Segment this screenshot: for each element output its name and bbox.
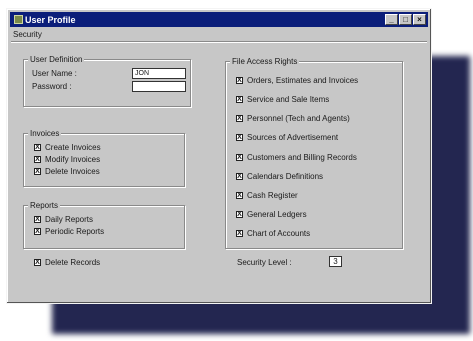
- checkbox-label: Daily Reports: [45, 215, 94, 224]
- checkbox-box[interactable]: X: [236, 211, 243, 218]
- create-invoices-checkbox[interactable]: X Create Invoices: [34, 143, 101, 152]
- checkbox-label: Create Invoices: [45, 143, 101, 152]
- checkbox-box[interactable]: X: [34, 156, 41, 163]
- user-definition-group: User Definition User Name : JON Password…: [23, 55, 191, 107]
- app-icon: [14, 15, 23, 24]
- checkbox-label: Personnel (Tech and Agents): [247, 114, 350, 123]
- checkbox-label: General Ledgers: [247, 210, 307, 219]
- checkbox-box[interactable]: X: [34, 228, 41, 235]
- invoices-group: Invoices X Create Invoices X Modify Invo…: [23, 129, 185, 187]
- title-bar[interactable]: User Profile _ □ ×: [10, 12, 428, 27]
- checkbox-box[interactable]: X: [34, 168, 41, 175]
- checkbox-box[interactable]: X: [236, 230, 243, 237]
- window-title: User Profile: [25, 14, 76, 25]
- checkbox-label: Cash Register: [247, 191, 298, 200]
- user-profile-window: User Profile _ □ × Security User Definit…: [6, 8, 432, 304]
- modify-invoices-checkbox[interactable]: X Modify Invoices: [34, 155, 100, 164]
- minimize-button[interactable]: _: [385, 14, 398, 25]
- file-access-rights-title: File Access Rights: [230, 57, 300, 66]
- file-access-item[interactable]: X General Ledgers: [236, 210, 307, 219]
- checkbox-label: Periodic Reports: [45, 227, 105, 236]
- user-name-label: User Name :: [32, 69, 77, 78]
- checkbox-box[interactable]: X: [236, 192, 243, 199]
- checkbox-label: Chart of Accounts: [247, 229, 311, 238]
- file-access-item[interactable]: X Sources of Advertisement: [236, 133, 338, 142]
- checkbox-label: Service and Sale Items: [247, 95, 330, 104]
- file-access-item[interactable]: X Cash Register: [236, 191, 298, 200]
- password-label: Password :: [32, 82, 72, 91]
- file-access-item[interactable]: X Personnel (Tech and Agents): [236, 114, 350, 123]
- checkbox-box[interactable]: X: [34, 216, 41, 223]
- file-access-item[interactable]: X Orders, Estimates and Invoices: [236, 76, 358, 85]
- password-input[interactable]: [132, 81, 186, 92]
- checkbox-label: Customers and Billing Records: [247, 153, 357, 162]
- checkbox-label: Orders, Estimates and Invoices: [247, 76, 359, 85]
- checkbox-box[interactable]: X: [236, 77, 243, 84]
- invoices-title: Invoices: [28, 129, 62, 138]
- checkbox-box[interactable]: X: [34, 259, 41, 266]
- checkbox-label: Delete Invoices: [45, 167, 100, 176]
- security-level-input[interactable]: 3: [329, 256, 342, 267]
- close-button[interactable]: ×: [413, 14, 426, 25]
- daily-reports-checkbox[interactable]: X Daily Reports: [34, 215, 93, 224]
- checkbox-box[interactable]: X: [236, 154, 243, 161]
- menu-security[interactable]: Security: [13, 30, 42, 41]
- file-access-rights-group: File Access Rights X Orders, Estimates a…: [225, 57, 403, 249]
- checkbox-box[interactable]: X: [236, 173, 243, 180]
- periodic-reports-checkbox[interactable]: X Periodic Reports: [34, 227, 104, 236]
- file-access-item[interactable]: X Customers and Billing Records: [236, 153, 357, 162]
- checkbox-box[interactable]: X: [236, 115, 243, 122]
- file-access-item[interactable]: X Calendars Definitions: [236, 172, 323, 181]
- user-name-input[interactable]: JON: [132, 68, 186, 79]
- checkbox-label: Sources of Advertisement: [247, 133, 339, 142]
- delete-records-checkbox[interactable]: X Delete Records: [34, 258, 100, 267]
- reports-title: Reports: [28, 201, 61, 210]
- menu-divider: [11, 41, 427, 43]
- file-access-item[interactable]: X Service and Sale Items: [236, 95, 329, 104]
- file-access-item[interactable]: X Chart of Accounts: [236, 229, 310, 238]
- checkbox-label: Delete Records: [45, 258, 101, 267]
- checkbox-box[interactable]: X: [236, 96, 243, 103]
- checkbox-label: Calendars Definitions: [247, 172, 324, 181]
- security-level-label: Security Level :: [237, 258, 292, 267]
- maximize-button[interactable]: □: [399, 14, 412, 25]
- checkbox-box[interactable]: X: [236, 134, 243, 141]
- delete-invoices-checkbox[interactable]: X Delete Invoices: [34, 167, 100, 176]
- checkbox-label: Modify Invoices: [45, 155, 101, 164]
- user-definition-title: User Definition: [28, 55, 85, 64]
- checkbox-box[interactable]: X: [34, 144, 41, 151]
- reports-group: Reports X Daily Reports X Periodic Repor…: [23, 201, 185, 249]
